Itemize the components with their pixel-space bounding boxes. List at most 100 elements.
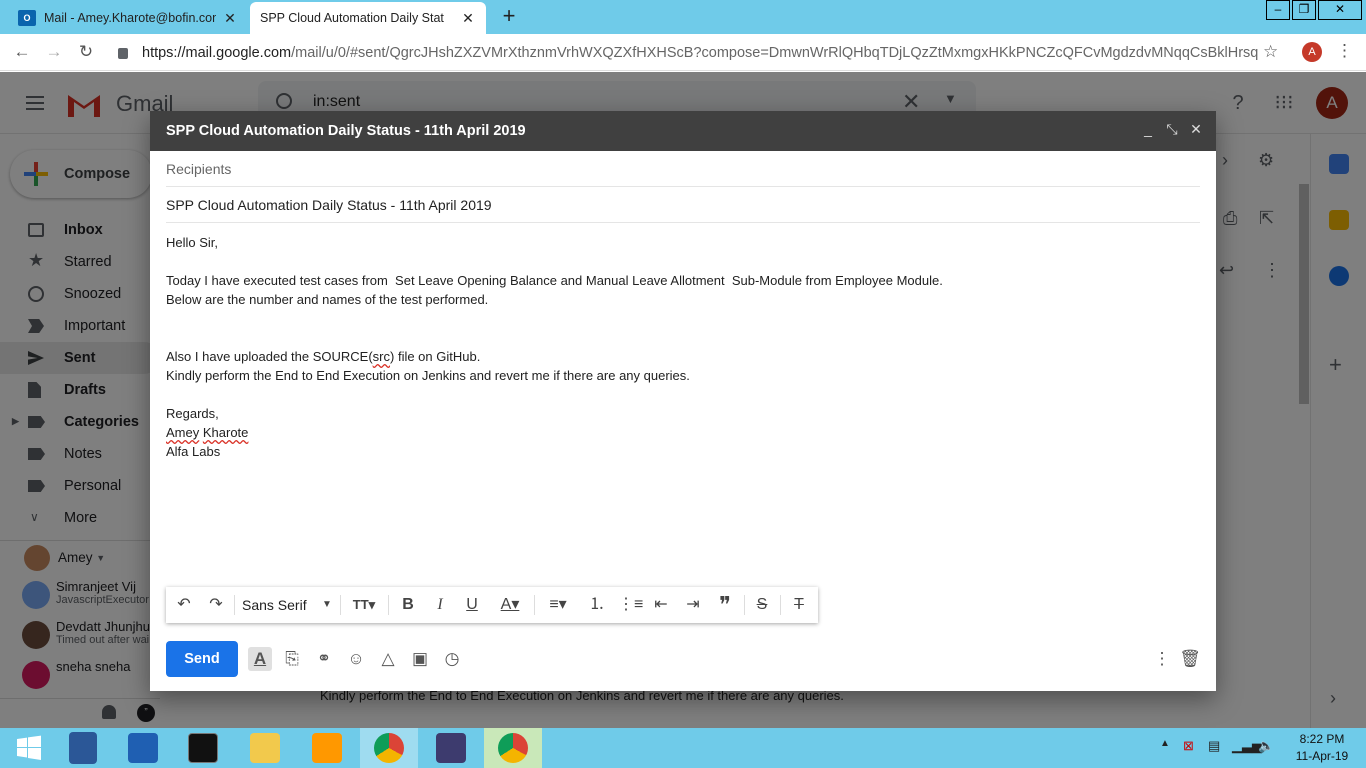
body-line: Regards, <box>166 406 219 421</box>
confidential-mode-icon[interactable]: ◷ <box>440 647 464 671</box>
action-center-icon[interactable]: ▤ <box>1208 738 1220 758</box>
restore-window-button[interactable]: ❐ <box>1292 0 1316 20</box>
undo-icon[interactable]: ↶ <box>174 595 194 615</box>
windows-taskbar: ▲ ⊠ ▤ ▁▃▅ 🔈 8:22 PM 11-Apr-19 <box>0 728 1366 768</box>
sublime-text-icon <box>312 733 342 763</box>
taskbar-file-explorer[interactable] <box>236 728 294 768</box>
minimize-window-button[interactable]: – <box>1266 0 1290 20</box>
toolbar-divider <box>534 595 535 615</box>
align-icon[interactable]: ≡▾ <box>542 595 574 615</box>
system-clock[interactable]: 8:22 PM 11-Apr-19 <box>1284 731 1360 765</box>
formatting-options-icon[interactable]: A <box>248 647 272 671</box>
emoji-icon[interactable]: ☺ <box>344 647 368 671</box>
close-icon[interactable]: ✕ <box>1188 121 1204 139</box>
indent-more-icon[interactable]: ⇥ <box>682 595 704 615</box>
remove-formatting-icon[interactable]: T <box>788 595 810 615</box>
exit-fullscreen-icon[interactable]: ⤡ <box>1164 121 1180 139</box>
start-button[interactable] <box>0 728 58 768</box>
browser-menu-icon[interactable]: ⋮ <box>1336 41 1353 61</box>
body-blank <box>166 328 1200 347</box>
toolbar-divider <box>780 595 781 615</box>
clock-date: 11-Apr-19 <box>1295 749 1349 763</box>
taskbar-server-manager[interactable] <box>54 728 112 768</box>
network-error-icon[interactable]: ⊠ <box>1183 738 1194 758</box>
misspelled-word[interactable]: Kharote <box>203 425 249 440</box>
taskbar-sublime-text[interactable] <box>298 728 356 768</box>
close-tab-icon[interactable]: ✕ <box>222 10 238 27</box>
close-window-button[interactable]: ✕ <box>1318 0 1362 20</box>
more-options-icon[interactable]: ⋮ <box>1150 647 1174 671</box>
bold-icon[interactable]: B <box>398 595 418 615</box>
font-family-select[interactable]: Sans Serif <box>242 595 312 615</box>
misspelled-word[interactable]: Amey <box>166 425 199 440</box>
insert-link-icon[interactable]: ⚭ <box>312 647 336 671</box>
subject-field[interactable]: SPP Cloud Automation Daily Status - 11th… <box>166 187 1200 223</box>
taskbar-eclipse[interactable] <box>422 728 480 768</box>
insert-photo-icon[interactable]: ▣ <box>408 647 432 671</box>
body-blank <box>166 385 1200 404</box>
clock-time: 8:22 PM <box>1299 732 1345 746</box>
redo-icon[interactable]: ↷ <box>206 595 226 615</box>
numbered-list-icon[interactable]: ⒈ <box>586 595 608 615</box>
compose-actions: Send A ⎘ ⚭ ☺ △ ▣ ◷ ⋮ 🗑 <box>166 641 1202 677</box>
taskbar-cmd[interactable] <box>174 728 232 768</box>
reload-icon[interactable]: ↻ <box>76 42 96 62</box>
underline-icon[interactable]: U <box>462 595 482 615</box>
bulleted-list-icon[interactable]: ⋮≡ <box>618 595 643 615</box>
formatting-toolbar: ↶ ↷ Sans Serif ▼ TT▾ B I U A▾ ≡▾ ⒈ ⋮≡ ⇤ … <box>166 587 818 623</box>
toolbar-divider <box>340 595 341 615</box>
compose-header[interactable]: SPP Cloud Automation Daily Status - 11th… <box>150 111 1216 151</box>
back-icon[interactable]: ← <box>12 42 32 62</box>
volume-icon[interactable]: 🔈 <box>1258 738 1274 758</box>
body-line: Kindly perform the End to End Execution … <box>166 368 690 383</box>
bookmark-star-icon[interactable]: ☆ <box>1263 42 1278 62</box>
minimize-icon[interactable]: _ <box>1140 121 1156 139</box>
strikethrough-icon[interactable]: S <box>752 595 772 615</box>
attach-file-icon[interactable]: ⎘ <box>280 647 304 671</box>
forward-icon[interactable]: → <box>44 42 64 62</box>
message-body[interactable]: Hello Sir, Today I have executed test ca… <box>166 233 1200 461</box>
body-line: Alfa Labs <box>166 444 221 459</box>
body-line: Below are the number and names of the te… <box>166 292 489 307</box>
address-bar[interactable]: https://mail.google.com/mail/u/0/#sent/Q… <box>118 42 1258 64</box>
body-text: ) file on GitHub. <box>390 349 481 364</box>
quote-icon[interactable]: ❞ <box>714 594 736 616</box>
toolbar-divider <box>744 595 745 615</box>
send-button[interactable]: Send <box>166 641 238 677</box>
recipients-placeholder: Recipients <box>166 160 232 177</box>
browser-profile-avatar[interactable]: A <box>1302 42 1322 62</box>
tab-title: SPP Cloud Automation Daily Stat <box>260 11 444 25</box>
taskbar-chrome[interactable] <box>360 728 418 768</box>
chevron-down-icon[interactable]: ▼ <box>320 595 334 615</box>
body-blank <box>166 309 1200 328</box>
google-drive-icon[interactable]: △ <box>376 647 400 671</box>
show-hidden-icons[interactable]: ▲ <box>1160 738 1170 758</box>
discard-draft-icon[interactable]: 🗑 <box>1178 647 1202 671</box>
tab-title: Mail - Amey.Kharote@bofin.com <box>44 11 216 25</box>
taskbar-powershell[interactable] <box>114 728 172 768</box>
folder-icon <box>250 733 280 763</box>
browser-tab-gmail[interactable]: M SPP Cloud Automation Daily Stat ✕ <box>250 2 486 90</box>
new-tab-button[interactable]: + <box>498 5 520 27</box>
body-line: Hello Sir, <box>166 235 219 250</box>
indent-less-icon[interactable]: ⇤ <box>650 595 672 615</box>
lock-icon <box>118 47 128 59</box>
body-line: Today I have executed test cases from Se… <box>166 273 943 288</box>
chrome-icon <box>498 733 528 763</box>
text-color-icon[interactable]: A▾ <box>494 595 526 615</box>
server-manager-icon <box>69 732 97 764</box>
close-tab-icon[interactable]: ✕ <box>460 10 476 27</box>
toolbar-divider <box>234 595 235 615</box>
compose-title: SPP Cloud Automation Daily Status - 11th… <box>166 123 526 139</box>
url-path: /mail/u/0/#sent/QgrcJHshZXZVMrXthznmVrhW… <box>291 45 1258 61</box>
body-blank <box>166 252 1200 271</box>
command-prompt-icon <box>188 733 218 763</box>
italic-icon[interactable]: I <box>430 595 450 615</box>
recipients-field[interactable]: Recipients <box>166 151 1200 187</box>
font-size-icon[interactable]: TT▾ <box>346 595 382 615</box>
taskbar-chrome-2[interactable] <box>484 728 542 768</box>
body-line: Also I have uploaded the SOURCE(src) fil… <box>166 347 1200 366</box>
misspelled-word[interactable]: src <box>373 349 390 364</box>
body-text: Also I have uploaded the SOURCE( <box>166 349 373 364</box>
browser-tab-outlook[interactable]: O Mail - Amey.Kharote@bofin.com ✕ <box>8 2 248 34</box>
